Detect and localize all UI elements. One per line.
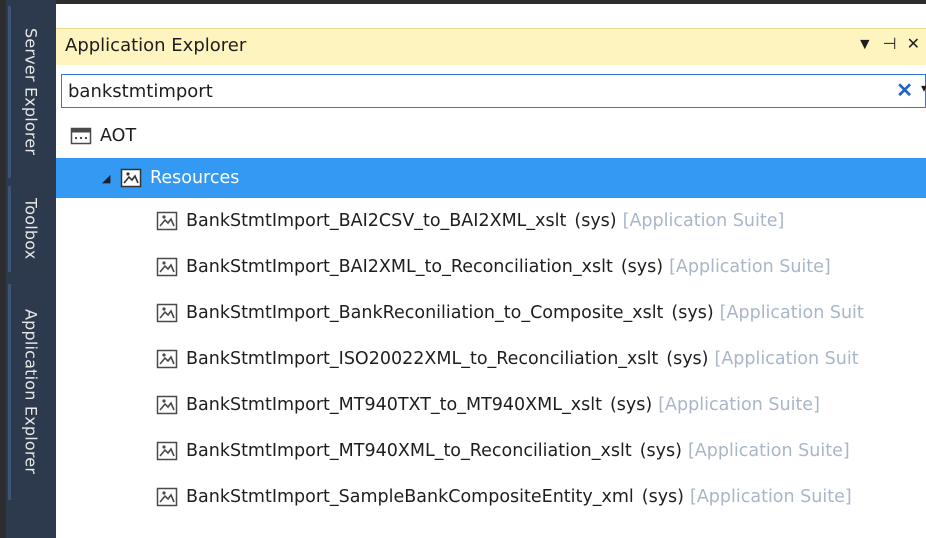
tree-node-resource-item[interactable]: BankStmtImport_ISO20022XML_to_Reconcilia… xyxy=(56,336,926,382)
resource-name: BankStmtImport_BAI2XML_to_Reconciliation… xyxy=(186,257,613,277)
resource-model: [Application Suite] xyxy=(687,441,850,461)
resource-model: [Application Suit xyxy=(719,303,864,323)
resource-layer: (sys) xyxy=(666,349,709,369)
search-options-chevron-icon[interactable]: ▾ xyxy=(921,81,926,95)
resource-layer: (sys) xyxy=(639,441,682,461)
resource-file-icon xyxy=(156,303,178,323)
resource-layer: (sys) xyxy=(609,395,653,415)
resource-model: [Application Suite] xyxy=(622,211,785,231)
title-bar-buttons: ▼ ⊣ ✕ xyxy=(857,35,920,55)
resource-name: BankStmtImport_BAI2CSV_to_BAI2XML_xslt xyxy=(186,211,567,231)
tree-node-label: AOT xyxy=(100,126,137,146)
resource-layer: (sys) xyxy=(574,211,617,231)
tab-indicator xyxy=(8,186,11,272)
tab-indicator xyxy=(8,6,11,178)
expanded-triangle-icon[interactable]: ◢ xyxy=(102,172,120,185)
aot-icon xyxy=(70,126,92,146)
side-tab-strip: Server Explorer Toolbox Application Expl… xyxy=(6,0,56,538)
tree-node-resource-item[interactable]: BankStmtImport_SampleBankCompositeEntity… xyxy=(56,474,926,520)
tree-node-resources[interactable]: ◢ Resources xyxy=(56,158,926,198)
resource-model: [Application Suite] xyxy=(669,257,831,277)
resource-layer: (sys) xyxy=(671,303,714,323)
search-box: ✕ ▾ xyxy=(61,74,926,108)
tree-node-resource-item[interactable]: BankStmtImport_BAI2CSV_to_BAI2XML_xslt (s… xyxy=(56,198,926,244)
tree-node-resource-item[interactable]: BankStmtImport_MT940XML_to_Reconciliatio… xyxy=(56,428,926,474)
tree-node-label: Resources xyxy=(150,168,240,188)
resource-file-icon xyxy=(156,487,178,507)
application-explorer-panel: Application Explorer ▼ ⊣ ✕ ✕ ▾ xyxy=(56,4,926,538)
close-icon[interactable]: ✕ xyxy=(907,35,920,55)
tree-node-aot[interactable]: AOT xyxy=(56,116,926,156)
tree-node-resource-item[interactable]: BankStmtImport_BAI2XML_to_Reconciliation… xyxy=(56,244,926,290)
explorer-tree: AOT ◢ Resources BankStmtImport_BAI2CSV_t… xyxy=(56,116,926,520)
panel-title-bar: Application Explorer ▼ ⊣ ✕ xyxy=(56,28,926,65)
resource-file-icon xyxy=(156,395,178,415)
tree-node-resource-item[interactable]: BankStmtImport_BankReconiliation_to_Comp… xyxy=(56,290,926,336)
resource-name: BankStmtImport_MT940XML_to_Reconciliatio… xyxy=(186,441,632,461)
resource-layer: (sys) xyxy=(641,487,684,507)
side-tab-toolbox[interactable]: Toolbox xyxy=(6,186,56,272)
side-tab-label: Toolbox xyxy=(21,198,41,260)
clear-search-icon[interactable]: ✕ xyxy=(896,78,913,103)
resource-file-icon xyxy=(156,441,178,461)
resource-name: BankStmtImport_ISO20022XML_to_Reconcilia… xyxy=(186,349,659,369)
side-tab-application-explorer[interactable]: Application Explorer xyxy=(6,284,56,500)
pin-icon[interactable]: ⊣ xyxy=(883,35,897,55)
search-input[interactable] xyxy=(68,78,848,104)
ide-window: Server Explorer Toolbox Application Expl… xyxy=(0,0,926,538)
resource-name: BankStmtImport_BankReconiliation_to_Comp… xyxy=(186,303,664,323)
resource-file-icon xyxy=(156,349,178,369)
dropdown-arrow-icon[interactable]: ▼ xyxy=(857,35,873,55)
side-tab-label: Application Explorer xyxy=(21,309,41,475)
resource-name: BankStmtImport_SampleBankCompositeEntity… xyxy=(186,487,634,507)
resource-model: [Application Suite] xyxy=(658,395,820,415)
tree-node-resource-item[interactable]: BankStmtImport_MT940TXT_to_MT940XML_xslt… xyxy=(56,382,926,428)
resource-name: BankStmtImport_MT940TXT_to_MT940XML_xslt xyxy=(186,395,602,415)
resource-file-icon xyxy=(156,257,178,277)
side-tab-label: Server Explorer xyxy=(21,28,41,156)
resource-model: [Application Suite] xyxy=(690,487,852,507)
resource-file-icon xyxy=(156,211,178,231)
side-tab-server-explorer[interactable]: Server Explorer xyxy=(6,6,56,178)
resource-layer: (sys) xyxy=(620,257,664,277)
resources-icon xyxy=(120,168,142,188)
panel-title: Application Explorer xyxy=(65,35,247,56)
resource-model: [Application Suit xyxy=(714,349,859,369)
tab-indicator xyxy=(8,284,11,500)
